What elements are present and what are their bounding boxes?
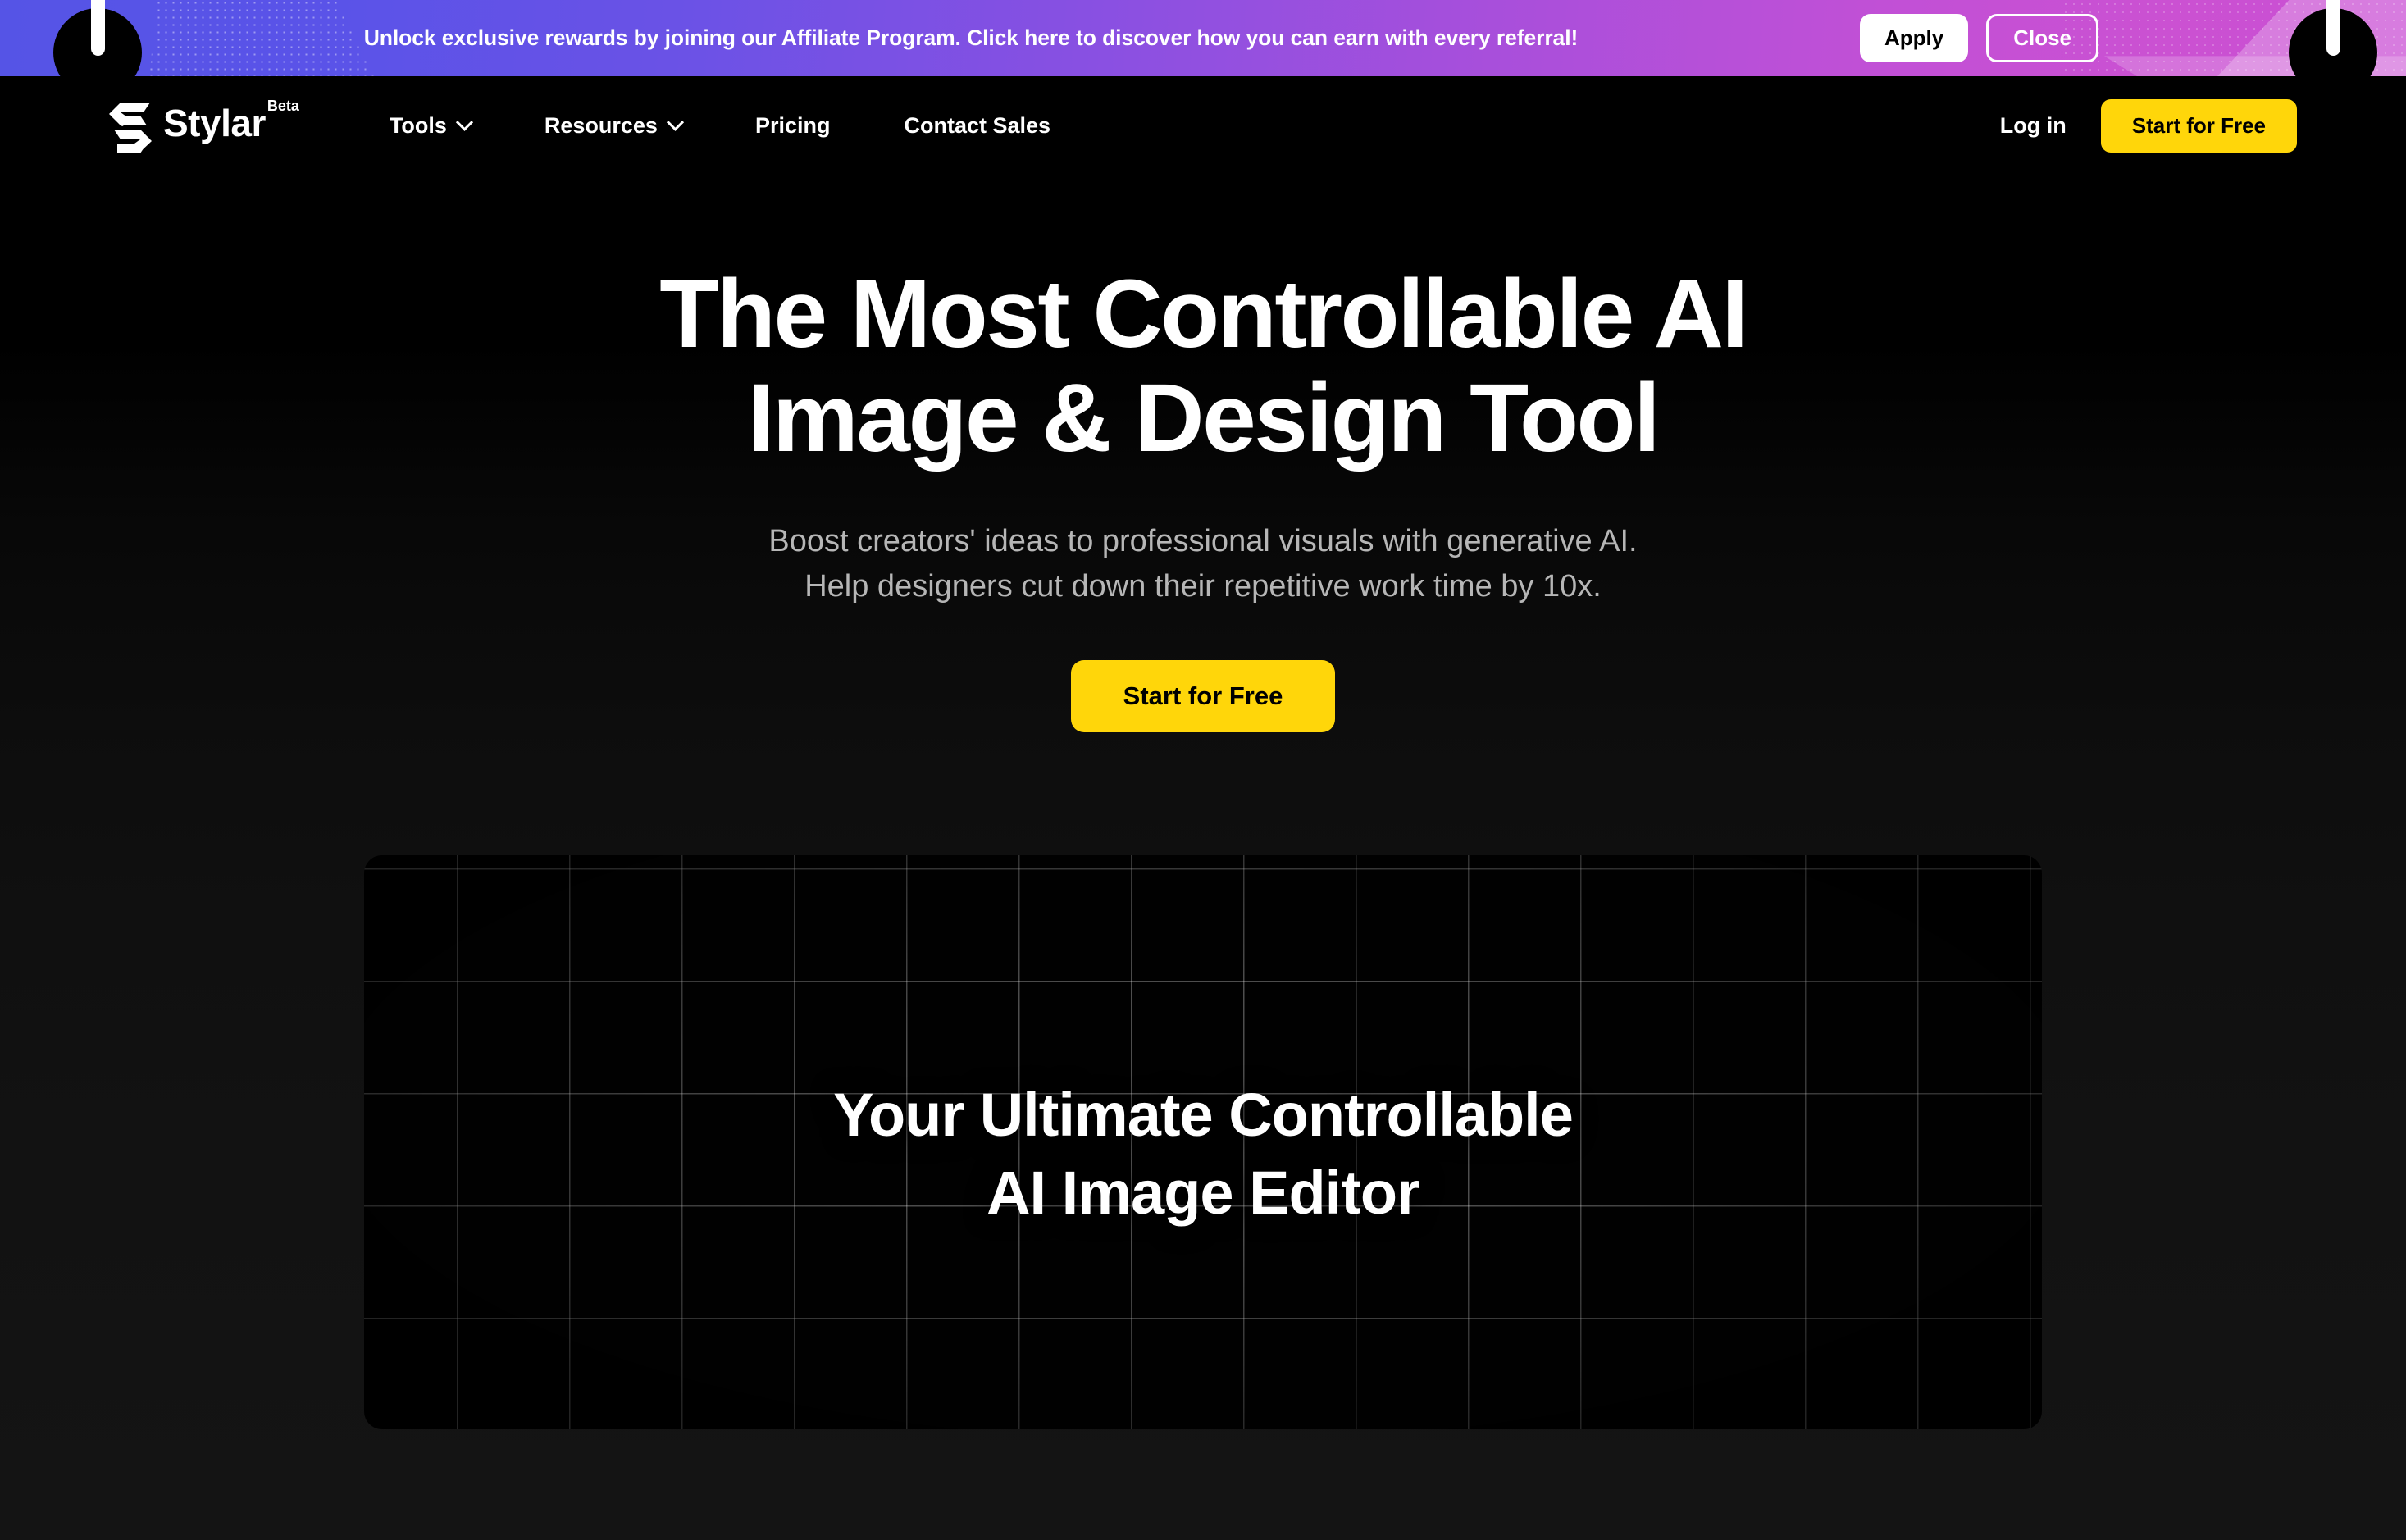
dot-pattern-decoration-right xyxy=(2062,0,2406,76)
nav-actions: Log in Start for Free xyxy=(2000,99,2297,153)
chevron-down-icon xyxy=(666,113,685,131)
beta-badge: Beta xyxy=(267,97,299,114)
hero-subtitle-line-1: Boost creators' ideas to professional vi… xyxy=(768,523,1638,558)
promo-actions: Apply Close xyxy=(1859,14,2098,62)
nav-item-pricing-label: Pricing xyxy=(754,113,831,138)
hero-title-line-1: The Most Controllable AI xyxy=(659,260,1748,368)
promo-banner: Unlock exclusive rewards by joining our … xyxy=(0,0,2406,76)
nav-item-contact-sales-label: Contact Sales xyxy=(904,113,1051,138)
nav-links: Tools Resources Pricing Contact Sales xyxy=(390,113,1050,139)
nav-item-contact-sales[interactable]: Contact Sales xyxy=(904,113,1050,139)
hero-section: The Most Controllable AI Image & Design … xyxy=(0,175,2406,1540)
showcase-caption-line-2: AI Image Editor xyxy=(987,1158,1420,1227)
nav-item-resources-label: Resources xyxy=(544,113,658,138)
nav-item-tools-label: Tools xyxy=(389,113,447,138)
showcase-panel[interactable]: Your Ultimate Controllable AI Image Edit… xyxy=(364,855,2042,1430)
wedge-decoration xyxy=(2217,0,2406,76)
start-for-free-button-nav[interactable]: Start for Free xyxy=(2100,99,2297,153)
start-for-free-button-hero[interactable]: Start for Free xyxy=(1070,660,1336,733)
nav-item-pricing[interactable]: Pricing xyxy=(755,113,831,139)
wedge-decoration-secondary xyxy=(2104,56,2406,76)
brand-logo[interactable]: Stylar Beta xyxy=(109,97,299,153)
showcase-caption-line-1: Your Ultimate Controllable xyxy=(833,1081,1574,1150)
promo-message[interactable]: Unlock exclusive rewards by joining our … xyxy=(0,25,1860,51)
hero-title-line-2: Image & Design Tool xyxy=(747,364,1661,473)
apply-button[interactable]: Apply xyxy=(1859,14,1969,62)
close-banner-button[interactable]: Close xyxy=(1986,14,2098,62)
hero-subtitle-line-2: Help designers cut down their repetitive… xyxy=(804,568,1602,604)
chevron-down-icon xyxy=(455,113,473,131)
nav-item-tools[interactable]: Tools xyxy=(389,113,473,139)
hero-subtitle: Boost creators' ideas to professional vi… xyxy=(0,519,2406,609)
page-title: The Most Controllable AI Image & Design … xyxy=(424,262,1982,472)
showcase-caption: Your Ultimate Controllable AI Image Edit… xyxy=(364,1077,2042,1232)
hero-cta-wrapper: Start for Free xyxy=(0,660,2406,733)
brand-name: Stylar xyxy=(163,101,266,144)
nav-item-resources[interactable]: Resources xyxy=(544,113,685,139)
power-button-icon-right xyxy=(2289,0,2377,76)
stylar-s-logo-icon xyxy=(109,102,152,153)
main-navigation: Stylar Beta Tools Resources Pricing Cont… xyxy=(0,76,2406,175)
login-link[interactable]: Log in xyxy=(2000,113,2067,139)
